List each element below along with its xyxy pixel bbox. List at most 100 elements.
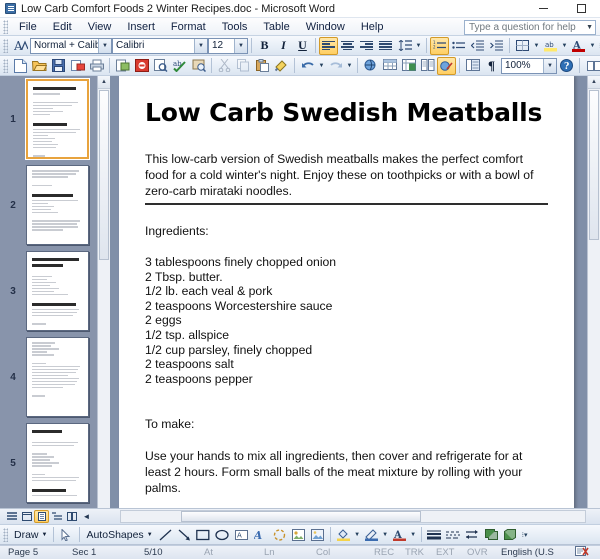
font-color-dropdown[interactable]: ▼ bbox=[409, 526, 418, 544]
diagram-icon[interactable] bbox=[270, 526, 289, 544]
show-formatting-marks-icon[interactable]: ¶ bbox=[482, 57, 501, 75]
shadow-style-icon[interactable] bbox=[482, 526, 501, 544]
scrollbar-thumb[interactable] bbox=[99, 90, 109, 260]
font-color-button[interactable]: A bbox=[569, 37, 588, 55]
document-scrollbar[interactable]: ▲ bbox=[587, 76, 600, 508]
highlight-button[interactable]: ab bbox=[541, 37, 560, 55]
numbered-list-button[interactable]: 12 bbox=[430, 36, 449, 55]
read-button[interactable]: Read bbox=[583, 57, 600, 75]
scrollbar-thumb[interactable] bbox=[589, 90, 599, 240]
borders-button[interactable] bbox=[513, 37, 532, 55]
permission-icon[interactable] bbox=[132, 57, 151, 75]
open-folder-icon[interactable] bbox=[30, 57, 49, 75]
columns-icon[interactable] bbox=[418, 57, 437, 75]
dash-style-icon[interactable] bbox=[444, 526, 463, 544]
align-center-button[interactable] bbox=[338, 37, 357, 55]
align-right-button[interactable] bbox=[357, 37, 376, 55]
menu-item-view[interactable]: View bbox=[80, 19, 120, 35]
zoom-combo[interactable]: 100% ▼ bbox=[501, 57, 557, 74]
bulleted-list-button[interactable] bbox=[449, 37, 468, 55]
undo-icon[interactable] bbox=[298, 57, 317, 75]
save-icon[interactable] bbox=[49, 57, 68, 75]
line-style-icon[interactable] bbox=[425, 526, 444, 544]
chevron-down-icon[interactable]: ▼ bbox=[543, 58, 556, 73]
font-size-combo[interactable]: 12 ▼ bbox=[208, 37, 248, 54]
align-left-button[interactable] bbox=[319, 36, 338, 55]
print-preview-icon[interactable] bbox=[113, 57, 132, 75]
line-spacing-button[interactable] bbox=[395, 37, 414, 55]
underline-button[interactable]: U bbox=[293, 37, 312, 55]
insert-table-icon[interactable] bbox=[380, 57, 399, 75]
font-color-icon[interactable]: A bbox=[390, 526, 409, 544]
scroll-left-icon[interactable]: ◄ bbox=[79, 510, 94, 523]
scrollbar-thumb[interactable] bbox=[181, 511, 421, 522]
horizontal-scrollbar[interactable] bbox=[120, 510, 586, 523]
chevron-down-icon[interactable]: ▼ bbox=[194, 38, 207, 53]
spelling-status-icon[interactable] bbox=[575, 545, 589, 560]
fill-color-icon[interactable] bbox=[334, 526, 353, 544]
cut-icon[interactable] bbox=[215, 57, 234, 75]
menu-item-window[interactable]: Window bbox=[298, 19, 353, 35]
status-rec[interactable]: REC bbox=[374, 547, 405, 558]
line-icon[interactable] bbox=[156, 526, 175, 544]
normal-view-button[interactable] bbox=[4, 510, 19, 523]
arrow-icon[interactable] bbox=[175, 526, 194, 544]
menu-item-insert[interactable]: Insert bbox=[119, 19, 163, 35]
status-ext[interactable]: EXT bbox=[436, 547, 467, 558]
drawing-toggle-button[interactable] bbox=[437, 56, 456, 75]
outline-view-button[interactable] bbox=[49, 510, 64, 523]
help-question-input[interactable]: Type a question for help ▼ bbox=[464, 20, 596, 35]
menu-item-table[interactable]: Table bbox=[255, 19, 297, 35]
font-combo[interactable]: Calibri ▼ bbox=[112, 37, 208, 54]
reading-layout-button[interactable] bbox=[64, 510, 79, 523]
format-painter-icon[interactable] bbox=[272, 57, 291, 75]
wordart-icon[interactable]: A bbox=[251, 526, 270, 544]
menu-item-tools[interactable]: Tools bbox=[214, 19, 256, 35]
line-spacing-dropdown[interactable]: ▼ bbox=[414, 37, 423, 55]
clip-art-icon[interactable] bbox=[289, 526, 308, 544]
paste-icon[interactable] bbox=[253, 57, 272, 75]
chevron-down-icon[interactable]: ▼ bbox=[234, 38, 247, 53]
font-color-dropdown[interactable]: ▼ bbox=[588, 37, 597, 55]
menu-item-edit[interactable]: Edit bbox=[45, 19, 80, 35]
drawing-toolbar-drag-handle[interactable] bbox=[3, 527, 8, 542]
text-box-icon[interactable]: A bbox=[232, 526, 251, 544]
copy-icon[interactable] bbox=[234, 57, 253, 75]
print-layout-view-button[interactable] bbox=[34, 510, 49, 523]
search-icon[interactable] bbox=[151, 57, 170, 75]
undo-dropdown[interactable]: ▼ bbox=[317, 57, 326, 75]
chevron-down-icon[interactable]: ▼ bbox=[98, 38, 111, 53]
formatting-toolbar-drag-handle[interactable] bbox=[3, 38, 8, 53]
print-icon[interactable] bbox=[87, 57, 106, 75]
insert-picture-icon[interactable] bbox=[308, 526, 327, 544]
highlight-dropdown[interactable]: ▼ bbox=[560, 37, 569, 55]
insert-hyperlink-icon[interactable] bbox=[361, 57, 380, 75]
fill-color-dropdown[interactable]: ▼ bbox=[353, 526, 362, 544]
thumbnail-page-4[interactable]: 4 bbox=[0, 334, 97, 420]
standard-toolbar-drag-handle[interactable] bbox=[3, 58, 8, 73]
thumbnail-scrollbar[interactable]: ▲ bbox=[97, 76, 110, 508]
email-icon[interactable] bbox=[68, 57, 87, 75]
autoshapes-menu-button[interactable]: AutoShapes ▼ bbox=[83, 529, 155, 541]
research-icon[interactable] bbox=[189, 57, 208, 75]
document-page[interactable]: Low Carb Swedish Meatballs This low-carb… bbox=[119, 76, 574, 508]
oval-icon[interactable] bbox=[213, 526, 232, 544]
maximize-button[interactable] bbox=[562, 0, 600, 17]
style-combo[interactable]: Normal + Calibri ▼ bbox=[30, 37, 112, 54]
thumbnail-page-3[interactable]: 3 bbox=[0, 248, 97, 334]
status-ovr[interactable]: OVR bbox=[467, 547, 501, 558]
status-trk[interactable]: TRK bbox=[405, 547, 436, 558]
draw-menu-button[interactable]: Draw ▼ bbox=[11, 529, 50, 541]
document-map-icon[interactable] bbox=[463, 57, 482, 75]
scroll-up-icon[interactable]: ▲ bbox=[588, 76, 600, 89]
borders-dropdown[interactable]: ▼ bbox=[532, 37, 541, 55]
menu-item-file[interactable]: File bbox=[11, 19, 45, 35]
line-color-icon[interactable] bbox=[362, 526, 381, 544]
line-color-dropdown[interactable]: ▼ bbox=[381, 526, 390, 544]
minimize-button[interactable] bbox=[524, 0, 562, 17]
toolbar-options-button[interactable]: ⁝▾ bbox=[520, 526, 530, 544]
insert-excel-icon[interactable] bbox=[399, 57, 418, 75]
menu-item-format[interactable]: Format bbox=[163, 19, 214, 35]
spelling-check-icon[interactable]: ab bbox=[170, 57, 189, 75]
3d-style-icon[interactable] bbox=[501, 526, 520, 544]
